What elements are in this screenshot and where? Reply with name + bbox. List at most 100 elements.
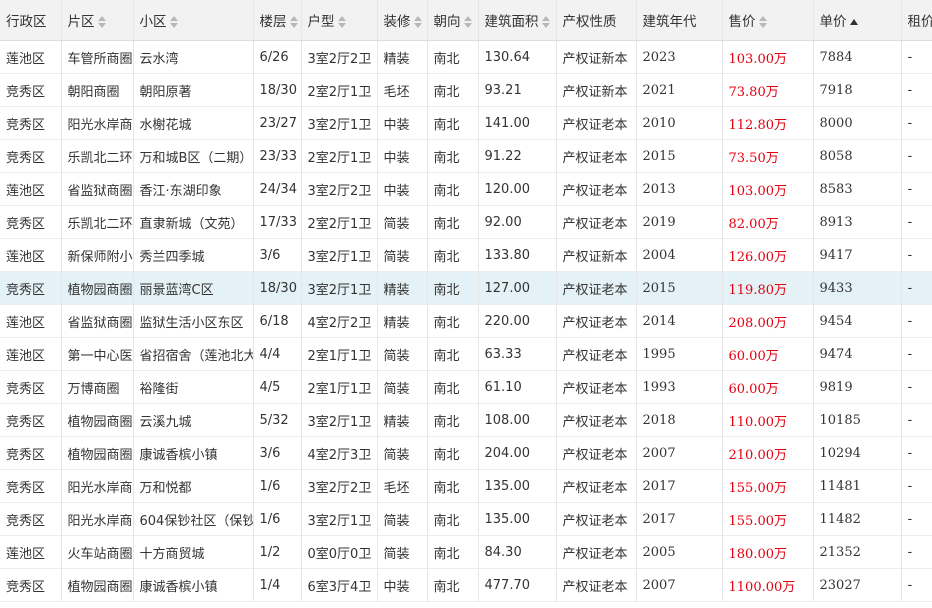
cell-community: 604保钞社区（保钞 (133, 502, 254, 536)
cell-district: 莲池区 (0, 238, 62, 272)
column-header-sale-price[interactable]: 售价 (722, 0, 814, 41)
cell-area: 植物园商圈 (61, 436, 134, 470)
cell-build-year: 2005 (636, 535, 723, 569)
cell-unit-price: 9433 (813, 271, 902, 305)
cell-sale-price: 73.50万 (722, 139, 814, 173)
cell-orientation: 南北 (427, 535, 479, 569)
sort-both-icon (169, 16, 178, 28)
cell-building-area: 120.00 (478, 172, 557, 206)
table-row[interactable]: 竞秀区 阳光水岸商 604保钞社区（保钞 1/6 3室2厅1卫 简装 南北 135.00 产权证… (0, 502, 932, 536)
cell-building-area: 91.22 (478, 139, 557, 173)
cell-build-year: 2015 (636, 271, 723, 305)
cell-building-area: 130.64 (478, 40, 557, 74)
cell-area: 朝阳商圈 (61, 73, 134, 107)
cell-sale-price: 208.00万 (722, 304, 814, 338)
cell-layout: 3室2厅1卫 (301, 403, 378, 437)
cell-building-area: 135.00 (478, 502, 557, 536)
column-header-building-area[interactable]: 建筑面积 (478, 0, 557, 41)
cell-orientation: 南北 (427, 238, 479, 272)
cell-floor: 1/6 (253, 502, 302, 536)
cell-property-type: 产权证老本 (556, 436, 637, 470)
table-body: 莲池区 车管所商圈 云水湾 6/26 3室2厅2卫 精装 南北 130.64 产权证新本 2023… (0, 40, 932, 602)
column-header-label: 户型 (307, 14, 335, 30)
table-row[interactable]: 莲池区 新保师附小 秀兰四季城 3/6 3室2厅1卫 简装 南北 133.80 产权证新本 200… (0, 238, 932, 272)
cell-floor: 18/30 (253, 271, 302, 305)
cell-building-area: 61.10 (478, 370, 557, 404)
cell-rent-price: - (901, 304, 932, 338)
cell-unit-price: 9819 (813, 370, 902, 404)
cell-unit-price: 21352 (813, 535, 902, 569)
cell-community: 云溪九城 (133, 403, 254, 437)
table-row[interactable]: 莲池区 省监狱商圈 监狱生活小区东区 6/18 4室2厅2卫 精装 南北 220.00 产权证老… (0, 304, 932, 338)
cell-floor: 23/33 (253, 139, 302, 173)
cell-rent-price: - (901, 205, 932, 239)
table-row[interactable]: 竞秀区 朝阳商圈 朝阳原著 18/30 2室2厅1卫 毛坯 南北 93.21 产权证新本 2021… (0, 73, 932, 107)
sort-both-icon (337, 16, 346, 28)
cell-unit-price: 23027 (813, 568, 902, 602)
table-row[interactable]: 竞秀区 阳光水岸商 万和悦都 1/6 3室2厅2卫 毛坯 南北 135.00 产权证老本 2017… (0, 469, 932, 503)
column-header-area[interactable]: 片区 (61, 0, 134, 41)
cell-building-area: 204.00 (478, 436, 557, 470)
cell-unit-price: 10185 (813, 403, 902, 437)
cell-community: 监狱生活小区东区 (133, 304, 254, 338)
column-header-community[interactable]: 小区 (133, 0, 254, 41)
cell-unit-price: 9454 (813, 304, 902, 338)
table-row[interactable]: 莲池区 火车站商圈 十方商贸城 1/2 0室0厅0卫 简装 南北 84.30 产权证老本 2005… (0, 535, 932, 569)
column-header-label: 小区 (139, 14, 167, 30)
cell-sale-price: 155.00万 (722, 469, 814, 503)
cell-decoration: 简装 (377, 370, 428, 404)
cell-building-area: 141.00 (478, 106, 557, 140)
cell-rent-price: - (901, 106, 932, 140)
cell-district: 竞秀区 (0, 403, 62, 437)
table-row[interactable]: 竞秀区 植物园商圈 丽景蓝湾C区 18/30 3室2厅1卫 精装 南北 127.00 产权证老本… (0, 271, 932, 305)
cell-build-year: 2023 (636, 40, 723, 74)
cell-district: 莲池区 (0, 40, 62, 74)
table-row[interactable]: 莲池区 第一中心医 省招宿舍（莲池北大 4/4 2室1厅1卫 简装 南北 63.33 产权证老本… (0, 337, 932, 371)
column-header-label: 片区 (67, 14, 95, 30)
column-header-orientation[interactable]: 朝向 (427, 0, 479, 41)
cell-rent-price: - (901, 337, 932, 371)
cell-decoration: 简装 (377, 436, 428, 470)
cell-area: 省监狱商圈 (61, 172, 134, 206)
cell-unit-price: 8000 (813, 106, 902, 140)
table-row[interactable]: 莲池区 车管所商圈 云水湾 6/26 3室2厅2卫 精装 南北 130.64 产权证新本 2023… (0, 40, 932, 74)
cell-district: 竞秀区 (0, 139, 62, 173)
cell-property-type: 产权证老本 (556, 502, 637, 536)
cell-area: 省监狱商圈 (61, 304, 134, 338)
cell-building-area: 133.80 (478, 238, 557, 272)
table-row[interactable]: 竞秀区 植物园商圈 康诚香槟小镇 3/6 4室2厅3卫 简装 南北 204.00 产权证老本 20… (0, 436, 932, 470)
cell-district: 竞秀区 (0, 469, 62, 503)
column-header-decoration[interactable]: 装修 (377, 0, 428, 41)
cell-building-area: 92.00 (478, 205, 557, 239)
column-header-label: 装修 (383, 14, 411, 30)
table-row[interactable]: 竞秀区 乐凯北二环 直隶新城（文苑） 17/33 2室2厅1卫 简装 南北 92.00 产权证老… (0, 205, 932, 239)
cell-build-year: 2007 (636, 436, 723, 470)
cell-decoration: 毛坯 (377, 73, 428, 107)
table-row[interactable]: 竞秀区 植物园商圈 云溪九城 5/32 3室2厅1卫 精装 南北 108.00 产权证老本 201… (0, 403, 932, 437)
cell-district: 莲池区 (0, 337, 62, 371)
cell-layout: 6室3厅4卫 (301, 568, 378, 602)
table-row[interactable]: 竞秀区 乐凯北二环 万和城B区（二期） 23/33 2室2厅1卫 中装 南北 91.22 产权证… (0, 139, 932, 173)
cell-build-year: 2007 (636, 568, 723, 602)
cell-rent-price: - (901, 502, 932, 536)
cell-floor: 6/18 (253, 304, 302, 338)
cell-area: 阳光水岸商圈 (61, 106, 134, 140)
cell-decoration: 精装 (377, 304, 428, 338)
cell-unit-price: 7918 (813, 73, 902, 107)
cell-building-area: 220.00 (478, 304, 557, 338)
cell-community: 秀兰四季城 (133, 238, 254, 272)
cell-build-year: 1993 (636, 370, 723, 404)
cell-build-year: 1995 (636, 337, 723, 371)
table-row[interactable]: 竞秀区 万博商圈 裕隆街 4/5 2室1厅1卫 简装 南北 61.10 产权证老本 1993 60.… (0, 370, 932, 404)
sort-both-icon (413, 16, 422, 28)
column-header-layout[interactable]: 户型 (301, 0, 378, 41)
column-header-label: 建筑年代 (642, 14, 697, 30)
cell-sale-price: 60.00万 (722, 370, 814, 404)
cell-decoration: 精装 (377, 40, 428, 74)
table-row[interactable]: 竞秀区阳光水岸商圈水榭花城23/273室2厅1卫中装南北141.00产权证老本2… (0, 106, 932, 140)
table-row[interactable]: 竞秀区 植物园商圈 康诚香槟小镇 1/4 6室3厅4卫 中装 南北 477.70 产权证老本 20… (0, 568, 932, 602)
column-header-floor[interactable]: 楼层 (253, 0, 302, 41)
cell-layout: 3室2厅1卫 (301, 502, 378, 536)
column-header-unit-price[interactable]: 单价 (813, 0, 902, 41)
table-row[interactable]: 莲池区 省监狱商圈 香江·东湖印象 24/34 3室2厅2卫 中装 南北 120.00 产权证老… (0, 172, 932, 206)
